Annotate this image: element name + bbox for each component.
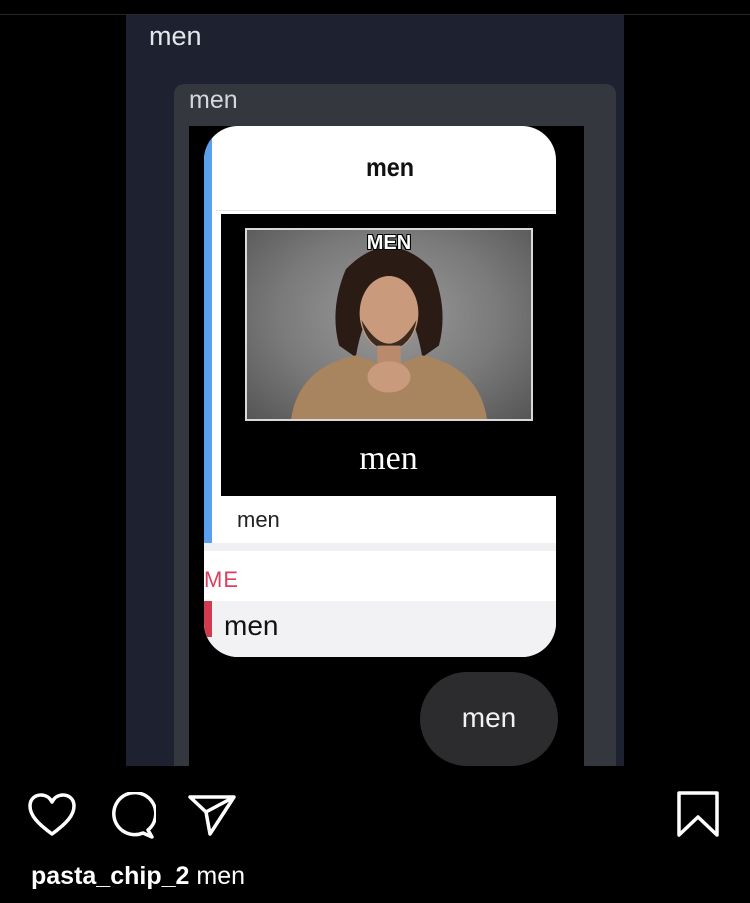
quoted-message: men men MEN men men ME men men: [174, 84, 616, 766]
demotivational-poster: MEN men: [221, 214, 556, 496]
chat-bubble: men: [420, 672, 558, 766]
panel-message-text: men: [149, 21, 202, 51]
blue-accent-bar: [204, 126, 212, 546]
username-link[interactable]: pasta_chip_2: [31, 862, 189, 890]
man-portrait-icon: [291, 247, 487, 419]
section-label: ME: [204, 567, 239, 592]
image-caption: MEN: [366, 232, 412, 254]
caption-text: men: [196, 862, 246, 890]
red-accent-bar: [204, 601, 212, 637]
screenshot-container: men MEN men men ME men men: [189, 126, 584, 766]
bookmark-icon[interactable]: [676, 790, 720, 838]
reply-text: men: [224, 610, 279, 641]
quoted-message-text: men: [189, 86, 238, 114]
post-caption: pasta_chip_2 men: [31, 862, 245, 891]
comment-icon[interactable]: [108, 792, 156, 840]
portrait-photo: MEN: [245, 228, 533, 421]
phone-caption: men: [237, 507, 280, 532]
divider: [216, 210, 556, 211]
phone-screenshot: men MEN men men ME men: [204, 126, 556, 657]
post-image[interactable]: men men men MEN men men ME men men: [126, 15, 624, 766]
phone-title: men: [365, 152, 415, 182]
send-icon[interactable]: [187, 793, 237, 837]
separator: [204, 543, 556, 551]
heart-icon[interactable]: [27, 792, 77, 838]
action-bar: [0, 766, 750, 866]
chat-bubble-text: men: [461, 702, 517, 733]
poster-caption: men: [359, 440, 418, 477]
